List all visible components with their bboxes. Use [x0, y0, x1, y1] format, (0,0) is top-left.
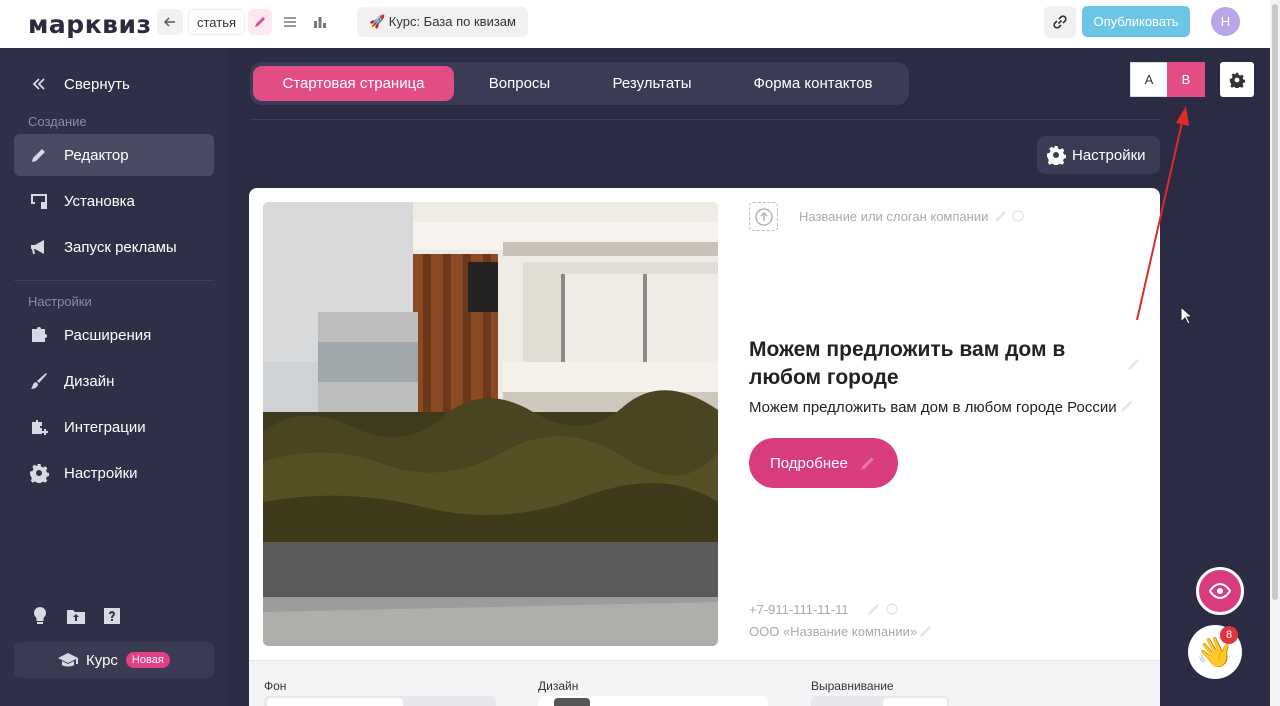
- hide-slogan-icon[interactable]: [1011, 209, 1025, 228]
- publish-button[interactable]: Опубликовать: [1082, 6, 1190, 37]
- subheadline[interactable]: Можем предложить вам дом в любом городе …: [749, 399, 1117, 416]
- tab-contact-form[interactable]: Форма контактов: [728, 66, 898, 101]
- tab-start-page[interactable]: Стартовая страница: [253, 66, 454, 101]
- scrollbar-thumb[interactable]: [1272, 4, 1278, 600]
- sidebar-item-label: Запуск рекламы: [64, 238, 177, 256]
- collapse-button[interactable]: Свернуть: [14, 63, 214, 105]
- pencil-icon: [255, 17, 265, 27]
- install-icon: [28, 190, 50, 212]
- bar-chart-icon: [314, 17, 326, 28]
- phone-number[interactable]: +7-911-111-11-11: [749, 602, 849, 617]
- mouse-cursor-icon: [1180, 306, 1194, 325]
- preview-button[interactable]: [1196, 567, 1244, 615]
- company-slogan-placeholder[interactable]: Название или слоган компании: [799, 209, 988, 224]
- sidebar-item-label: Редактор: [64, 146, 129, 164]
- course-button[interactable]: Курс Новая: [14, 642, 214, 678]
- ab-variant-a[interactable]: A: [1130, 62, 1168, 97]
- cta-button[interactable]: Подробнее: [749, 438, 898, 488]
- edit-subheadline-icon[interactable]: [1120, 399, 1134, 418]
- notification-count: 8: [1220, 626, 1238, 644]
- background-label: Фон: [264, 679, 287, 693]
- edit-slogan-icon[interactable]: [994, 209, 1008, 228]
- top-bar: марквиз статья 🚀 Курс: База по квизам Оп…: [0, 0, 1270, 48]
- company-name[interactable]: ООО «Название компании»: [749, 624, 917, 639]
- sidebar-item-label: Дизайн: [64, 372, 115, 390]
- sidebar-item-extensions[interactable]: Расширения: [14, 314, 214, 356]
- design-label: Дизайн: [538, 679, 579, 693]
- sidebar-tools: [30, 606, 122, 626]
- cta-label: Подробнее: [770, 454, 848, 472]
- gear-icon: [1047, 146, 1066, 165]
- arrow-left-icon: [163, 17, 175, 27]
- style-panel: Фон Дизайн Выравнивание: [249, 660, 1160, 706]
- logo-upload-button[interactable]: [749, 202, 778, 231]
- page-tabs: Стартовая страница Вопросы Результаты Фо…: [250, 62, 909, 105]
- sidebar-item-label: Установка: [64, 192, 135, 210]
- sidebar-item-settings[interactable]: Настройки: [14, 452, 214, 494]
- gear-icon: [28, 462, 50, 484]
- background-switch[interactable]: [264, 696, 496, 706]
- headline[interactable]: Можем предложить вам дом в любом городе: [749, 336, 1109, 392]
- new-badge: Новая: [125, 652, 170, 668]
- sidebar-item-integrations[interactable]: Интеграции: [14, 406, 214, 448]
- edit-phone-icon[interactable]: [867, 602, 881, 621]
- eye-icon: [1209, 582, 1231, 600]
- stats-button[interactable]: [308, 9, 332, 35]
- tab-questions[interactable]: Вопросы: [462, 66, 577, 101]
- section-settings: Настройки: [28, 294, 92, 309]
- logo: марквиз: [28, 9, 152, 39]
- divider: [250, 119, 1160, 120]
- settings-label: Настройки: [1072, 146, 1146, 164]
- help-icon[interactable]: [102, 606, 122, 626]
- scrollbar[interactable]: [1270, 0, 1280, 706]
- breadcrumb[interactable]: статья: [188, 9, 246, 35]
- sidebar-item-install[interactable]: Установка: [14, 180, 214, 222]
- start-page-preview: Название или слоган компании Можем предл…: [249, 188, 1160, 660]
- edit-mode-button[interactable]: [248, 9, 272, 35]
- puzzle-icon: [28, 324, 50, 346]
- house-photo: [263, 202, 718, 646]
- alignment-switch[interactable]: [811, 696, 949, 706]
- integration-icon: [28, 416, 50, 438]
- sidebar-item-ads[interactable]: Запуск рекламы: [14, 226, 214, 268]
- lightbulb-icon[interactable]: [30, 606, 50, 626]
- cover-image[interactable]: [263, 202, 718, 646]
- back-button[interactable]: [157, 9, 183, 35]
- ab-variant-b[interactable]: B: [1167, 62, 1205, 97]
- megaphone-icon: [28, 236, 50, 258]
- ab-settings-button[interactable]: [1220, 62, 1254, 97]
- link-icon: [1053, 15, 1067, 29]
- gear-icon: [1229, 72, 1245, 88]
- sidebar-item-design[interactable]: Дизайн: [14, 360, 214, 402]
- tab-results[interactable]: Результаты: [588, 66, 716, 101]
- chevrons-left-icon: [28, 73, 50, 95]
- list-view-button[interactable]: [278, 9, 302, 35]
- section-create: Создание: [28, 114, 87, 129]
- upload-icon: [754, 207, 773, 226]
- sidebar-item-editor[interactable]: Редактор: [14, 134, 214, 176]
- edit-cta-icon[interactable]: [860, 455, 876, 471]
- sidebar-item-label: Интеграции: [64, 418, 146, 436]
- link-button[interactable]: [1044, 6, 1076, 38]
- course-label: Курс: [86, 651, 118, 669]
- hide-phone-icon[interactable]: [885, 602, 899, 621]
- brush-icon: [28, 370, 50, 392]
- sidebar-item-label: Настройки: [64, 464, 138, 482]
- edit-company-icon[interactable]: [919, 624, 933, 643]
- folder-upload-icon[interactable]: [66, 606, 86, 626]
- avatar[interactable]: Н: [1211, 7, 1240, 36]
- course-chip[interactable]: 🚀 Курс: База по квизам: [357, 7, 528, 37]
- pencil-icon: [28, 144, 50, 166]
- sidebar-item-label: Расширения: [64, 326, 152, 344]
- edit-headline-icon[interactable]: [1127, 357, 1141, 376]
- design-select[interactable]: [538, 696, 768, 706]
- page-settings-button[interactable]: Настройки: [1037, 136, 1160, 174]
- collapse-label: Свернуть: [64, 75, 130, 93]
- sidebar: Свернуть Создание Редактор Установка Зап…: [0, 48, 228, 706]
- graduation-cap-icon: [58, 653, 78, 667]
- alignment-label: Выравнивание: [811, 679, 894, 693]
- sidebar-divider: [14, 280, 214, 281]
- list-icon: [284, 17, 296, 27]
